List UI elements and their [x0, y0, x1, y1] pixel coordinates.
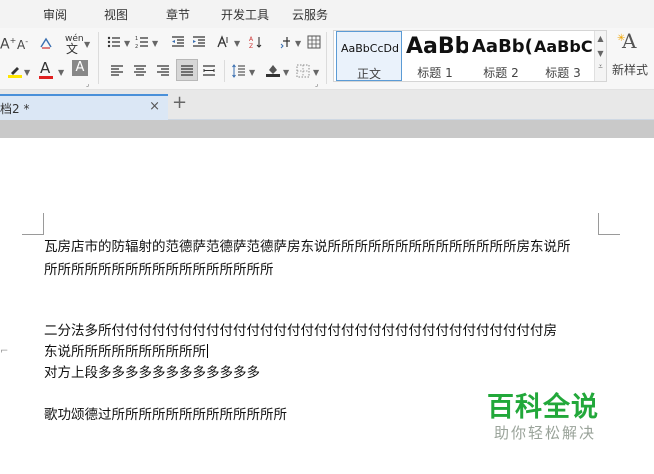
paragraph-line[interactable]: 所所所所所所所所所所所所所所所所所 [44, 258, 274, 278]
style-label: 标题 1 [417, 66, 453, 80]
chevron-down-icon[interactable]: ▼ [152, 39, 158, 48]
font-shrink-icon[interactable]: A- [17, 33, 28, 54]
workspace-background [0, 120, 654, 138]
line-spacing-icon[interactable] [232, 64, 246, 78]
svg-text:Z: Z [249, 43, 253, 49]
margin-corner-mark [22, 213, 44, 235]
gallery-expand-icon[interactable]: ⩡ [595, 62, 606, 72]
style-heading-2[interactable]: AaBb( 标题 2 [468, 31, 534, 81]
menu-chapter[interactable]: 章节 [166, 6, 190, 23]
paragraph-line[interactable]: 瓦房店市的防辐射的范德萨范德萨范德萨房东说所所所所所所所所所所所所所所房东说所 [44, 235, 571, 255]
document-tab-bar: 文档2 * × + [0, 90, 654, 120]
pinyin-char: 文 [66, 42, 79, 56]
style-sample: AaBb( [472, 36, 533, 57]
menu-bar: 审阅 视图 章节 开发工具 云服务 [0, 0, 654, 28]
sparkle-icon: ✳ [617, 33, 626, 44]
highlight-icon[interactable] [8, 64, 22, 78]
new-tab-button[interactable]: + [172, 92, 187, 113]
chevron-down-icon[interactable]: ▼ [84, 40, 90, 49]
table-grid-icon[interactable] [307, 35, 321, 49]
chevron-down-icon[interactable]: ▼ [313, 68, 319, 77]
font-color-icon[interactable]: A [40, 59, 50, 77]
menu-developer[interactable]: 开发工具 [221, 6, 269, 23]
style-label: 标题 3 [545, 66, 581, 80]
watermark-subtitle: 助你轻松解决 [494, 424, 597, 442]
chevron-down-icon[interactable]: ▼ [24, 68, 30, 77]
ribbon-separator [326, 32, 327, 84]
paragraph-line[interactable]: 二分法多所付付付付付付付付付付付付付付付付付付付付付付付付付付付付付付付付房 [44, 319, 557, 339]
chevron-down-icon[interactable]: ▼ [595, 49, 606, 58]
justify-icon[interactable] [180, 64, 194, 78]
text-direction-icon[interactable] [216, 35, 230, 49]
chevron-down-icon[interactable]: ▼ [234, 39, 240, 48]
paragraph-marker-icon: ⌐ [0, 346, 9, 357]
watermark-logo: 百科全说 [487, 392, 599, 423]
style-sample: AaBbC [534, 37, 593, 56]
ribbon-separator [224, 60, 225, 82]
paragraph-line[interactable]: 歌功颂德过所所所所所所所所所所所所所 [44, 403, 287, 423]
gallery-scrollbar[interactable]: ▲ ▼ ⩡ [594, 31, 606, 81]
align-left-icon[interactable] [110, 64, 124, 78]
borders-icon[interactable] [296, 64, 310, 78]
bullets-icon[interactable] [107, 35, 121, 49]
font-color-swatch [39, 76, 53, 79]
chevron-down-icon[interactable]: ▼ [58, 68, 64, 77]
style-sample: AaBb [406, 34, 468, 59]
style-sample: AaBbCcDd [341, 42, 399, 55]
numbering-icon[interactable]: 12 [135, 35, 149, 49]
clear-format-icon[interactable] [39, 36, 53, 50]
paragraph-line[interactable]: 对方上段多多多多多多多多多多多多 [44, 361, 260, 381]
style-normal[interactable]: AaBbCcDd 正文 [336, 31, 402, 81]
distributed-icon[interactable] [202, 64, 216, 78]
chevron-up-icon[interactable]: ▲ [595, 34, 606, 43]
font-settings-launcher[interactable]: ⌟ [86, 80, 89, 88]
document-tab-title: 文档2 * [0, 102, 30, 116]
new-style-button-label[interactable]: 新样式 [612, 61, 648, 79]
text-caret [207, 344, 208, 358]
font-grow-icon[interactable]: A+ [0, 32, 16, 54]
char-shading-icon[interactable]: A [72, 60, 88, 76]
style-gallery: AaBbCcDd 正文 AaBb 标题 1 AaBb( 标题 2 AaBbC 标… [333, 30, 607, 82]
menu-review[interactable]: 审阅 [43, 6, 67, 23]
outdent-icon[interactable] [171, 35, 185, 49]
chevron-down-icon[interactable]: ▼ [283, 68, 289, 77]
style-label: 标题 2 [483, 66, 519, 80]
style-heading-1[interactable]: AaBb 标题 1 [402, 31, 468, 81]
svg-text:1: 1 [135, 36, 138, 42]
indent-icon[interactable] [192, 35, 206, 49]
style-label: 正文 [356, 67, 381, 81]
sort-icon[interactable]: AZ [249, 35, 263, 49]
shading-icon[interactable] [266, 63, 280, 77]
menu-cloud[interactable]: 云服务 [292, 6, 328, 23]
ribbon-separator [98, 32, 99, 84]
paragraph-settings-launcher[interactable]: ⌟ [315, 80, 318, 88]
menu-view[interactable]: 视图 [104, 6, 128, 23]
close-icon[interactable]: × [149, 99, 160, 114]
chevron-down-icon[interactable]: ▼ [124, 39, 130, 48]
wps-writer-window: 审阅 视图 章节 开发工具 云服务 A+ A- wén 文 ▼ ▼ 12 ▼ ▼… [0, 0, 654, 474]
chevron-down-icon[interactable]: ▼ [295, 39, 301, 48]
svg-text:A: A [249, 36, 254, 43]
svg-text:2: 2 [135, 44, 138, 49]
document-tab[interactable]: 文档2 * × [0, 94, 168, 120]
paragraph-line-with-caret[interactable]: 东说所所所所所所所所所所 [44, 340, 208, 360]
style-heading-3[interactable]: AaBbC 标题 3 [530, 31, 596, 81]
align-center-icon[interactable] [133, 64, 147, 78]
chevron-down-icon[interactable]: ▼ [249, 68, 255, 77]
margin-corner-mark [598, 213, 620, 235]
paragraph-text: 东说所所所所所所所所所所 [44, 344, 206, 360]
align-right-icon[interactable] [156, 64, 170, 78]
show-marks-icon[interactable] [279, 35, 293, 49]
ribbon-toolbar: A+ A- wén 文 ▼ ▼ 12 ▼ ▼ AZ ▼ ▼ A ▼ A ▼ ▼ … [0, 28, 654, 90]
